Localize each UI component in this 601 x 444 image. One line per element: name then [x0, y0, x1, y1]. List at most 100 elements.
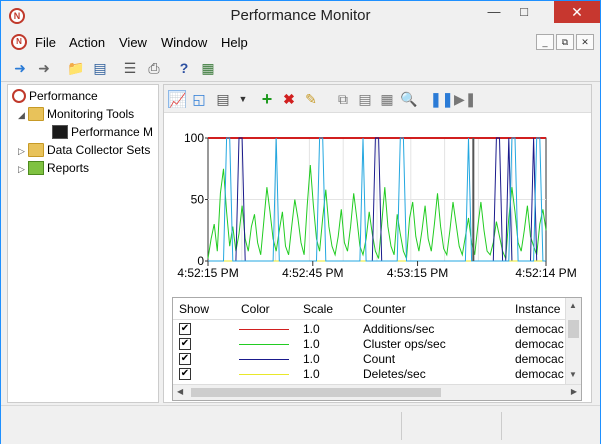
scroll-thumb[interactable]	[191, 388, 441, 397]
properties-icon[interactable]: ▦	[378, 90, 396, 108]
add-counter-icon[interactable]: +	[258, 90, 276, 108]
update-data-icon[interactable]: ▶❚	[454, 90, 477, 108]
folder-icon	[28, 107, 44, 121]
scroll-up-icon[interactable]: ▲	[569, 301, 577, 310]
tree-label: Monitoring Tools	[47, 107, 135, 121]
legend-vertical-scrollbar[interactable]: ▲ ▼	[565, 298, 581, 384]
maximize-button[interactable]: □	[510, 1, 538, 23]
child-minimize-icon[interactable]: _	[536, 34, 554, 50]
title-bar: N Performance Monitor — □ ✕	[1, 1, 600, 31]
scroll-left-icon[interactable]: ◀	[177, 387, 183, 396]
show-checkbox[interactable]: ✔	[179, 338, 191, 350]
show-checkbox[interactable]: ✔	[179, 323, 191, 335]
copy-properties-icon[interactable]: ⧉	[334, 90, 352, 108]
status-separator	[501, 412, 502, 440]
status-bar	[1, 405, 600, 444]
delete-counter-icon[interactable]: ✖	[280, 90, 298, 108]
help-icon[interactable]: ?	[175, 59, 193, 77]
folder-icon	[28, 143, 44, 157]
view-current-activity-icon[interactable]: 📈	[168, 90, 186, 108]
color-swatch	[239, 344, 289, 345]
color-swatch	[239, 359, 289, 360]
color-swatch	[239, 374, 289, 375]
paste-counter-list-icon[interactable]: ▤	[356, 90, 374, 108]
menu-help[interactable]: Help	[221, 35, 248, 50]
col-scale[interactable]: Scale	[303, 302, 333, 316]
legend-header: Show Color Scale Counter Instance	[173, 298, 565, 320]
collapse-arrow-icon[interactable]: ◢	[18, 106, 28, 124]
print-icon[interactable]: ⎙	[145, 59, 163, 77]
legend-row[interactable]: ✔ 1.0 Cluster ops/sec democac	[173, 337, 565, 352]
col-color[interactable]: Color	[241, 302, 270, 316]
close-button[interactable]: ✕	[554, 1, 600, 23]
app-window: N Performance Monitor — □ ✕ N File Actio…	[0, 0, 601, 444]
instance-cell: democac	[515, 367, 564, 381]
view-log-data-icon[interactable]: ◱	[190, 90, 208, 108]
show-hide-tree-icon[interactable]: ▤	[91, 59, 109, 77]
legend-row[interactable]: ✔ 1.0 Deletes/sec democac	[173, 367, 565, 382]
zoom-icon[interactable]: 🔍	[400, 90, 418, 108]
navigation-tree: Performance ◢ Monitoring Tools Performanc…	[7, 84, 159, 403]
scale-cell: 1.0	[303, 322, 320, 336]
tree-label: Performance	[29, 89, 98, 103]
legend-row[interactable]: ✔ 1.0 Count democac	[173, 352, 565, 367]
perfmon-chart-icon	[52, 125, 68, 139]
y-axis-ticks: 050100	[184, 131, 208, 268]
scale-cell: 1.0	[303, 337, 320, 351]
expand-arrow-icon[interactable]: ▷	[18, 142, 28, 160]
tree-item-reports[interactable]: ▷ Reports	[18, 159, 89, 177]
tree-label: Data Collector Sets	[47, 143, 151, 157]
scroll-down-icon[interactable]: ▼	[569, 370, 577, 379]
back-arrow-icon[interactable]: ➜	[11, 59, 29, 77]
show-checkbox[interactable]: ✔	[179, 368, 191, 380]
tree-item-performance-monitor[interactable]: Performance M	[52, 123, 153, 141]
x-tick-label: 4:53:15 PM	[387, 266, 448, 280]
mmc-menu-icon[interactable]: N	[11, 34, 27, 50]
forward-arrow-icon[interactable]: ➜	[35, 59, 53, 77]
chart-area: 0 50 100 4:52:15 PM 4:52:45 PM 4:53:15 PM 4:5…	[164, 113, 591, 291]
counter-cell: Additions/sec	[363, 322, 435, 336]
menu-file[interactable]: File	[35, 35, 56, 50]
menu-action[interactable]: Action	[69, 35, 105, 50]
export-list-icon[interactable]: ☰	[121, 59, 139, 77]
tree-item-data-collector-sets[interactable]: ▷ Data Collector Sets	[18, 141, 150, 159]
menu-window[interactable]: Window	[161, 35, 207, 50]
col-instance[interactable]: Instance	[515, 302, 560, 316]
col-show[interactable]: Show	[179, 302, 209, 316]
status-separator	[401, 412, 402, 440]
tree-item-monitoring-tools[interactable]: ◢ Monitoring Tools	[18, 105, 134, 123]
change-graph-type-icon[interactable]: ▤	[214, 90, 232, 108]
x-tick-label: 4:52:15 PM	[177, 266, 238, 280]
highlight-icon[interactable]: ✎	[302, 90, 320, 108]
scale-cell: 1.0	[303, 352, 320, 366]
col-counter[interactable]: Counter	[363, 302, 406, 316]
graph-type-dropdown-icon[interactable]: ▼	[234, 90, 252, 108]
expand-arrow-icon[interactable]: ▷	[18, 160, 28, 178]
tree-item-performance[interactable]: Performance	[12, 87, 98, 105]
up-folder-icon[interactable]: 📁	[67, 59, 85, 77]
scroll-right-icon[interactable]: ▶	[571, 387, 577, 396]
freeze-display-icon[interactable]: ❚❚	[430, 90, 453, 108]
menu-view[interactable]: View	[119, 35, 147, 50]
scale-cell: 1.0	[303, 367, 320, 381]
minimize-button[interactable]: —	[480, 1, 508, 23]
scroll-thumb[interactable]	[568, 320, 579, 338]
child-close-icon[interactable]: ✕	[576, 34, 594, 50]
instance-cell: democac	[515, 322, 564, 336]
main-toolbar: ➜ ➜ 📁 ▤ ☰ ⎙ ? ▦	[1, 54, 600, 82]
properties-icon[interactable]: ▦	[199, 59, 217, 77]
counter-cell: Deletes/sec	[363, 367, 426, 381]
tree-label: Performance M	[71, 125, 154, 139]
reports-icon	[28, 161, 44, 175]
performance-icon	[12, 89, 26, 103]
counter-legend-table: Show Color Scale Counter Instance ✔ 1.0 Ad…	[172, 297, 582, 401]
color-swatch	[239, 329, 289, 330]
instance-cell: democac	[515, 337, 564, 351]
legend-horizontal-scrollbar[interactable]: ◀ ▶	[173, 384, 581, 400]
y-tick-label: 50	[191, 193, 205, 207]
legend-row[interactable]: ✔ 1.0 Additions/sec democac	[173, 322, 565, 337]
show-checkbox[interactable]: ✔	[179, 353, 191, 365]
counter-cell: Cluster ops/sec	[363, 337, 446, 351]
performance-line-chart[interactable]: 050100 4:52:15 PM 4:52:45 PM 4:53:15 PM 4:5…	[164, 113, 591, 291]
child-restore-icon[interactable]: ⧉	[556, 34, 574, 50]
